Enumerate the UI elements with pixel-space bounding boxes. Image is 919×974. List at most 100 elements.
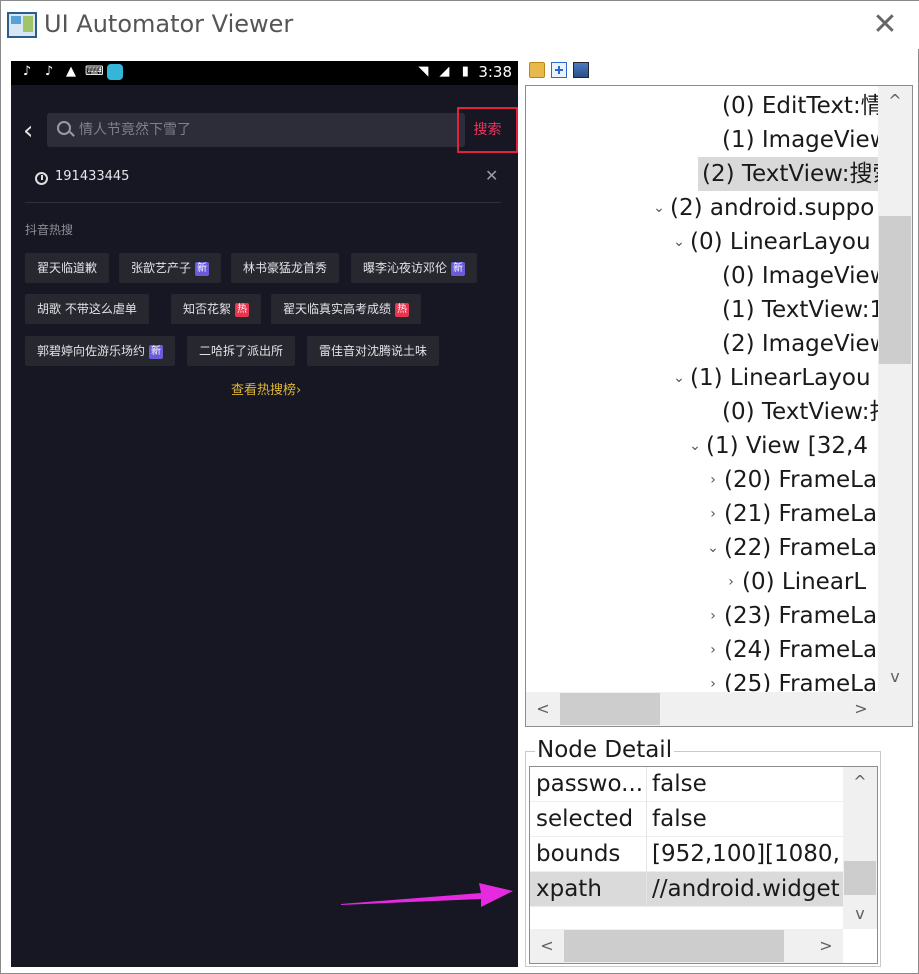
tree-node[interactable]: (1) TextView:1 [722, 293, 878, 327]
tree-toggle-icon[interactable]: › [706, 497, 720, 531]
tree-node[interactable]: (24) FrameLa [724, 633, 877, 667]
back-icon[interactable]: ‹ [23, 118, 43, 144]
open-folder-icon[interactable] [529, 62, 545, 78]
scroll-thumb[interactable] [879, 216, 911, 364]
view-hot-list-link[interactable]: 查看热搜榜› [231, 379, 301, 398]
scroll-up-icon[interactable]: ^ [843, 767, 877, 797]
tree-toggle-icon[interactable]: ⌄ [688, 429, 702, 463]
scroll-thumb[interactable] [560, 693, 660, 725]
tree-toggle-icon[interactable]: ⌄ [672, 361, 686, 395]
table-row-selected[interactable]: xpath //android.widget [530, 872, 843, 907]
new-badge: 新 [149, 345, 164, 359]
clear-history-icon[interactable]: ✕ [485, 166, 498, 185]
scroll-down-icon[interactable]: v [878, 662, 912, 692]
tree-node[interactable]: (1) LinearLayou [690, 361, 871, 395]
tree-toggle-icon[interactable]: › [706, 463, 720, 497]
tree-toggle-icon[interactable]: ⌄ [652, 191, 666, 225]
tree-toggle-icon[interactable]: › [724, 565, 738, 599]
expand-all-icon[interactable] [551, 62, 567, 78]
hot-tag[interactable]: 曝李沁夜访邓伦新 [351, 253, 478, 283]
status-bar: ♪ ♪ ▲ ⌨ ◥ ◢ ▮ 3:38 [11, 61, 518, 85]
detail-horizontal-scrollbar[interactable]: < > [530, 929, 843, 963]
node-detail-table[interactable]: passwo... false selected false bounds [9… [529, 766, 878, 964]
tree-node[interactable]: (0) LinearL [742, 565, 866, 599]
tag-text: 张歆艺产子 [131, 261, 192, 275]
table-row[interactable]: passwo... false [530, 767, 843, 802]
scroll-left-icon[interactable]: < [530, 929, 564, 963]
app-icon [7, 12, 37, 38]
hot-tag[interactable]: 翟天临道歉 [25, 253, 110, 283]
node-detail-title: Node Detail [535, 737, 675, 763]
tree-node[interactable]: (25) FrameLa [724, 667, 877, 692]
hot-tag[interactable]: 翟天临真实高考成绩热 [271, 294, 422, 324]
tree-node[interactable]: (2) TextView:搜索 [698, 157, 878, 191]
tree-toggle-icon[interactable]: ⌄ [672, 225, 686, 259]
tree-node[interactable]: (23) FrameLa [724, 599, 877, 633]
property-key: passwo... [536, 771, 644, 797]
tag-text: 二哈拆了派出所 [199, 344, 284, 358]
tree-node[interactable]: (0) EditText:情 [722, 89, 878, 123]
device-screenshot-icon[interactable] [573, 62, 589, 78]
tree-toggle-icon[interactable]: › [706, 667, 720, 692]
history-item[interactable]: 191433445 ✕ [25, 163, 505, 193]
table-row[interactable]: bounds [952,100][1080,1 [530, 837, 843, 872]
tree-toggle-icon[interactable]: › [706, 599, 720, 633]
scroll-thumb[interactable] [564, 930, 784, 962]
property-key: bounds [536, 841, 621, 867]
tree-node[interactable]: (0) ImageView [722, 259, 878, 293]
tree-node[interactable]: (0) LinearLayou [690, 225, 871, 259]
detail-vertical-scrollbar[interactable]: ^ v [843, 767, 877, 929]
search-button[interactable]: 搜索 [457, 107, 518, 153]
table-row[interactable]: selected false [530, 802, 843, 837]
tag-text: 林书豪猛龙首秀 [243, 261, 328, 275]
keyboard-icon: ⌨ [85, 64, 104, 79]
tree-node[interactable]: (22) FrameLa [724, 531, 877, 565]
tag-text: 翟天临真实高考成绩 [283, 302, 392, 316]
close-icon[interactable]: ✕ [865, 7, 905, 43]
tree-vertical-scrollbar[interactable]: ^ v [878, 86, 912, 692]
device-screenshot[interactable]: ♪ ♪ ▲ ⌨ ◥ ◢ ▮ 3:38 ‹ 搜索 191433445 ✕ [11, 61, 518, 967]
search-input[interactable] [79, 113, 459, 147]
tree-node[interactable]: (1) View [32,4 [706, 429, 868, 463]
scroll-down-icon[interactable]: v [843, 899, 877, 929]
tree-toggle-icon[interactable]: ⌄ [706, 531, 720, 565]
hot-tag[interactable]: 知否花絮热 [171, 294, 262, 324]
tag-text: 雷佳音对沈腾说土味 [319, 344, 428, 358]
tree-node[interactable]: (20) FrameLa [724, 463, 877, 497]
property-key: xpath [536, 876, 602, 902]
table-row [530, 907, 843, 929]
tag-text: 胡歌 不带这么虐单 [37, 302, 137, 316]
tree-horizontal-scrollbar[interactable]: < > [526, 692, 878, 726]
hot-tag[interactable]: 胡歌 不带这么虐单 [25, 294, 149, 324]
tree-node[interactable]: (0) TextView:抖 [722, 395, 878, 429]
new-badge: 新 [451, 262, 466, 276]
tag-text: 翟天临道歉 [37, 261, 98, 275]
hierarchy-tree[interactable]: (0) EditText:情 (1) ImageView (2) TextView:… [525, 85, 913, 727]
tree-node[interactable]: (2) ImageView [722, 327, 878, 361]
battery-icon: ▮ [461, 64, 469, 79]
hot-tag[interactable]: 张歆艺产子新 [119, 253, 222, 283]
tag-text: 曝李沁夜访邓伦 [363, 261, 448, 275]
tree-node[interactable]: (2) android.suppo [670, 191, 874, 225]
tree-node[interactable]: (21) FrameLa [724, 497, 877, 531]
tree-toggle-icon[interactable]: › [706, 633, 720, 667]
more-link-text: 查看热搜榜 [231, 383, 297, 398]
hot-tag[interactable]: 二哈拆了派出所 [187, 336, 296, 366]
search-box[interactable] [47, 113, 465, 147]
clock-icon [35, 172, 48, 185]
scroll-right-icon[interactable]: > [809, 929, 843, 963]
tree-node[interactable]: (1) ImageView [722, 123, 878, 157]
search-icon [57, 121, 71, 135]
hot-tag[interactable]: 郭碧婷向佐游乐场约新 [25, 336, 176, 366]
hot-tag[interactable]: 林书豪猛龙首秀 [231, 253, 340, 283]
hot-tag[interactable]: 雷佳音对沈腾说土味 [307, 336, 440, 366]
scroll-left-icon[interactable]: < [526, 692, 560, 726]
tiktok-icon-2: ♪ [44, 64, 54, 79]
scrollbar-corner [878, 692, 912, 726]
hot-search-title: 抖音热搜 [25, 223, 74, 237]
scroll-thumb[interactable] [844, 861, 876, 895]
scroll-right-icon[interactable]: > [844, 692, 878, 726]
scroll-up-icon[interactable]: ^ [878, 86, 912, 116]
property-key: selected [536, 806, 634, 832]
hot-badge: 热 [235, 303, 250, 317]
